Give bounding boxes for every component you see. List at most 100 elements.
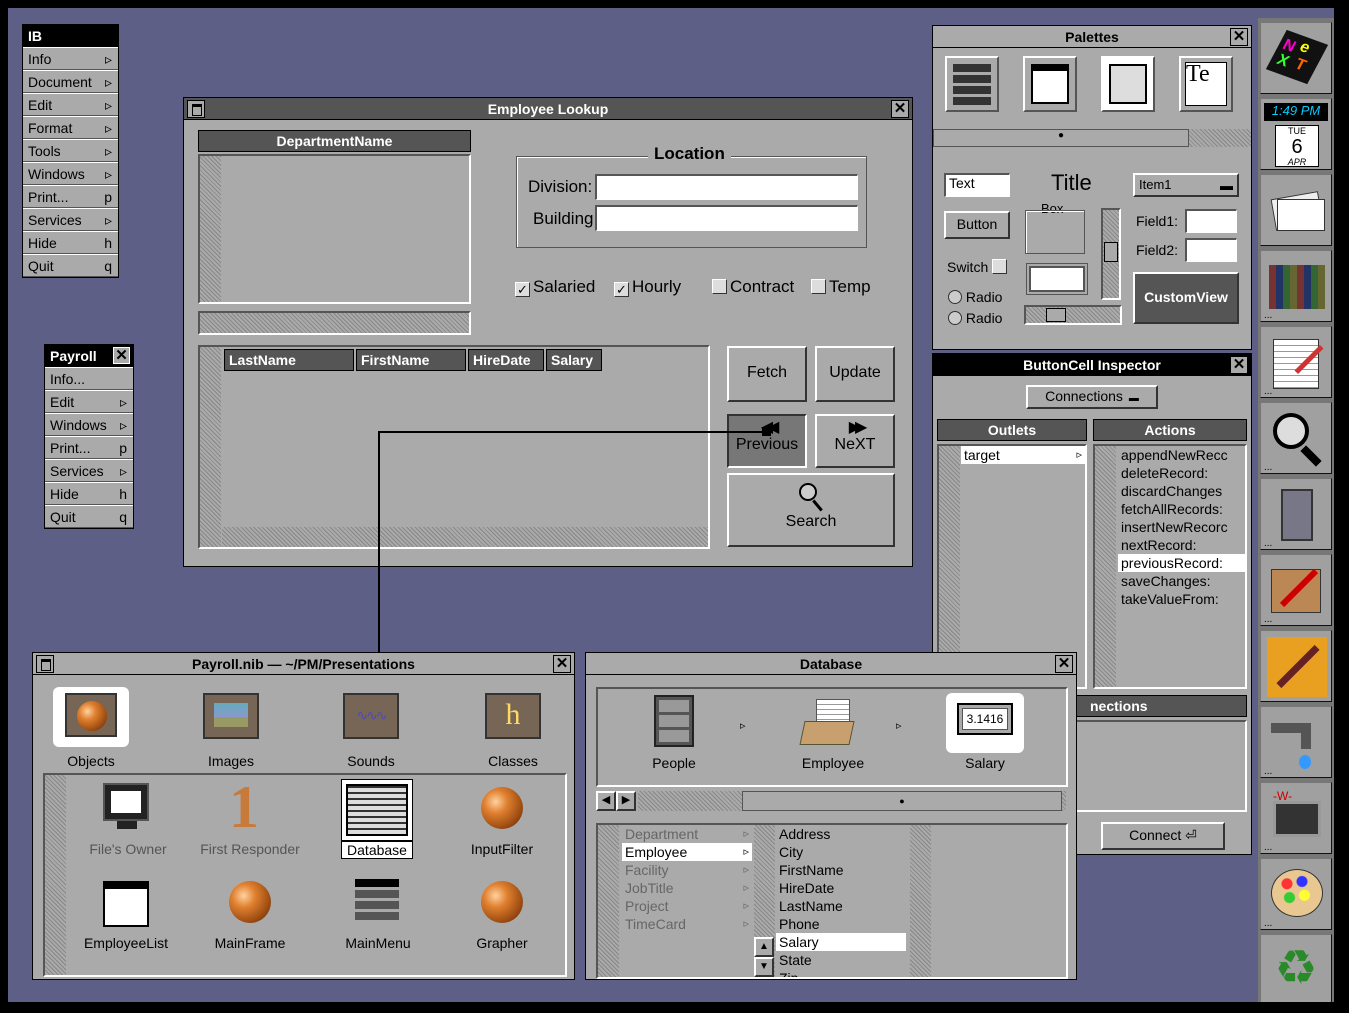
slider-horizontal-sample[interactable] — [1024, 305, 1122, 325]
scroll-down-button[interactable]: ▼ — [754, 957, 774, 977]
attribute-item[interactable]: LastName — [776, 897, 906, 915]
ib-item-quit[interactable]: Quit q — [23, 254, 118, 277]
checkbox-salaried[interactable]: ✓ Salaried — [515, 277, 595, 297]
payroll-item-print[interactable]: Print... p — [45, 436, 133, 459]
inputfilter-icon[interactable] — [481, 787, 523, 829]
palette-scroller[interactable]: ● — [933, 129, 1251, 147]
close-icon[interactable]: ✕ — [1230, 356, 1248, 374]
folder-icon[interactable] — [799, 699, 855, 745]
miniaturize-icon[interactable] — [36, 655, 54, 673]
window-title-bar[interactable]: Employee Lookup ✕ — [184, 98, 912, 120]
ib-item-format[interactable]: Format ▹ — [23, 116, 118, 139]
checkbox-hourly[interactable]: ✓ Hourly — [614, 277, 681, 297]
database-icon[interactable] — [341, 779, 413, 841]
attribute-item[interactable]: City — [776, 843, 906, 861]
entity-item[interactable]: Facility ▹ — [622, 861, 752, 879]
palettes-title-bar[interactable]: Palettes ✕ — [933, 26, 1251, 48]
connection-handle[interactable] — [762, 427, 771, 436]
column-firstname[interactable]: FirstName — [356, 349, 466, 371]
ib-item-services[interactable]: Services ▹ — [23, 208, 118, 231]
textfield-sample-2[interactable] — [1029, 266, 1085, 292]
text-palette-icon[interactable]: Te — [1179, 56, 1233, 112]
entity-item[interactable]: TimeCard ▹ — [622, 915, 752, 933]
connect-button[interactable]: Connect ⏎ — [1101, 822, 1225, 850]
field2-sample[interactable] — [1185, 238, 1237, 262]
popup-sample[interactable]: Item1 ▬ — [1133, 173, 1239, 197]
close-icon[interactable]: ✕ — [553, 655, 571, 673]
dept-column-header[interactable]: DepartmentName — [198, 130, 471, 152]
file-cabinet-icon[interactable] — [654, 695, 694, 747]
payroll-item-windows[interactable]: Windows ▹ — [45, 413, 133, 436]
previous-button[interactable]: ◀◀ Previous — [727, 414, 807, 468]
editor-icon[interactable]: ... — [1260, 326, 1332, 398]
scroll-up-button[interactable]: ▲ — [754, 937, 774, 957]
entity-item[interactable]: Project ▹ — [622, 897, 752, 915]
close-icon[interactable]: ✕ — [1055, 655, 1073, 673]
action-item[interactable]: previousRecord: — [1118, 554, 1245, 572]
ib-item-print[interactable]: Print... p — [23, 185, 118, 208]
scroll-left-button[interactable]: ◀ — [596, 791, 616, 811]
fetch-button[interactable]: Fetch — [727, 346, 807, 402]
payroll-item-quit[interactable]: Quit q — [45, 505, 133, 528]
action-item[interactable]: deleteRecord: — [1118, 464, 1245, 482]
salary-selected-frame[interactable]: 3.1416 — [946, 693, 1024, 753]
ib-item-tools[interactable]: Tools ▹ — [23, 139, 118, 162]
attribute-item[interactable]: FirstName — [776, 861, 906, 879]
miniaturize-icon[interactable] — [187, 100, 205, 118]
building-field[interactable] — [595, 205, 858, 231]
payroll-item-edit[interactable]: Edit ▹ — [45, 390, 133, 413]
attribute-scrollbar[interactable]: ▲ ▼ — [754, 825, 775, 977]
next-button[interactable]: ▶▶ NeXT — [815, 414, 895, 468]
ib-item-document[interactable]: Document ▹ — [23, 70, 118, 93]
radio-sample-1[interactable]: Radio — [948, 289, 1002, 305]
database-title-bar[interactable]: Database ✕ — [586, 653, 1076, 675]
text-field-sample[interactable]: Text — [944, 173, 1010, 197]
close-icon[interactable]: ✕ — [1230, 28, 1248, 46]
monitor-icon[interactable]: -W-... — [1260, 782, 1332, 854]
employee-scrollbar[interactable] — [200, 347, 221, 547]
update-button[interactable]: Update — [815, 346, 895, 402]
tab-classes[interactable]: h — [485, 693, 541, 739]
payroll-item-hide[interactable]: Hide h — [45, 482, 133, 505]
entity-item[interactable]: Employee ▹ — [622, 843, 752, 861]
action-item[interactable]: discardChanges — [1118, 482, 1245, 500]
switch-sample[interactable]: Switch — [947, 259, 1010, 275]
attribute-item[interactable]: Phone — [776, 915, 906, 933]
views-palette-icon[interactable] — [1101, 56, 1155, 112]
action-item[interactable]: appendNewRecc — [1118, 446, 1245, 464]
ib-item-windows[interactable]: Windows ▹ — [23, 162, 118, 185]
tools-icon[interactable]: ... — [1260, 554, 1332, 626]
button-sample[interactable]: Button — [944, 211, 1010, 239]
payroll-item-info[interactable]: Info... — [45, 367, 133, 390]
ib-item-hide[interactable]: Hide h — [23, 231, 118, 254]
entity-item[interactable]: Department ▹ — [622, 825, 752, 843]
inspector-title-bar[interactable]: ButtonCell Inspector ✕ — [933, 354, 1251, 376]
tab-images[interactable] — [203, 693, 259, 739]
outlets-scrollbar[interactable] — [939, 446, 960, 687]
nib-title-bar[interactable]: Payroll.nib — ~/PM/Presentations ✕ — [33, 653, 574, 675]
screwdriver-icon[interactable] — [1260, 630, 1332, 702]
employeelist-icon[interactable] — [103, 881, 149, 927]
attribute-item[interactable]: Salary — [776, 933, 906, 951]
field1-sample[interactable] — [1185, 209, 1237, 233]
action-item[interactable]: nextRecord: — [1118, 536, 1245, 554]
magnifier-icon[interactable]: ... — [1260, 402, 1332, 474]
division-field[interactable] — [595, 174, 858, 200]
ib-item-info[interactable]: Info ▹ — [23, 47, 118, 70]
third-column-scrollbar[interactable] — [910, 825, 931, 977]
menu-palette-icon[interactable] — [945, 56, 999, 112]
outlet-item[interactable]: target ▹ — [961, 446, 1085, 464]
customview-sample[interactable]: CustomView — [1133, 272, 1239, 324]
close-icon[interactable]: ✕ — [891, 100, 909, 118]
employee-hscroll[interactable] — [222, 527, 708, 547]
search-button[interactable]: Search — [727, 473, 895, 547]
clock-icon[interactable]: 1:49 PM TUE 6 APR — [1260, 98, 1332, 170]
checkbox-temp[interactable]: Temp — [811, 277, 871, 297]
files-owner-icon[interactable] — [103, 783, 151, 833]
next-logo-icon[interactable]: N e X T — [1260, 22, 1332, 94]
dept-hscroll[interactable] — [198, 311, 471, 335]
payroll-item-services[interactable]: Services ▹ — [45, 459, 133, 482]
entity-item[interactable]: JobTitle ▹ — [622, 879, 752, 897]
attribute-item[interactable]: Zip — [776, 969, 906, 977]
dept-scrollbar[interactable] — [200, 156, 221, 302]
